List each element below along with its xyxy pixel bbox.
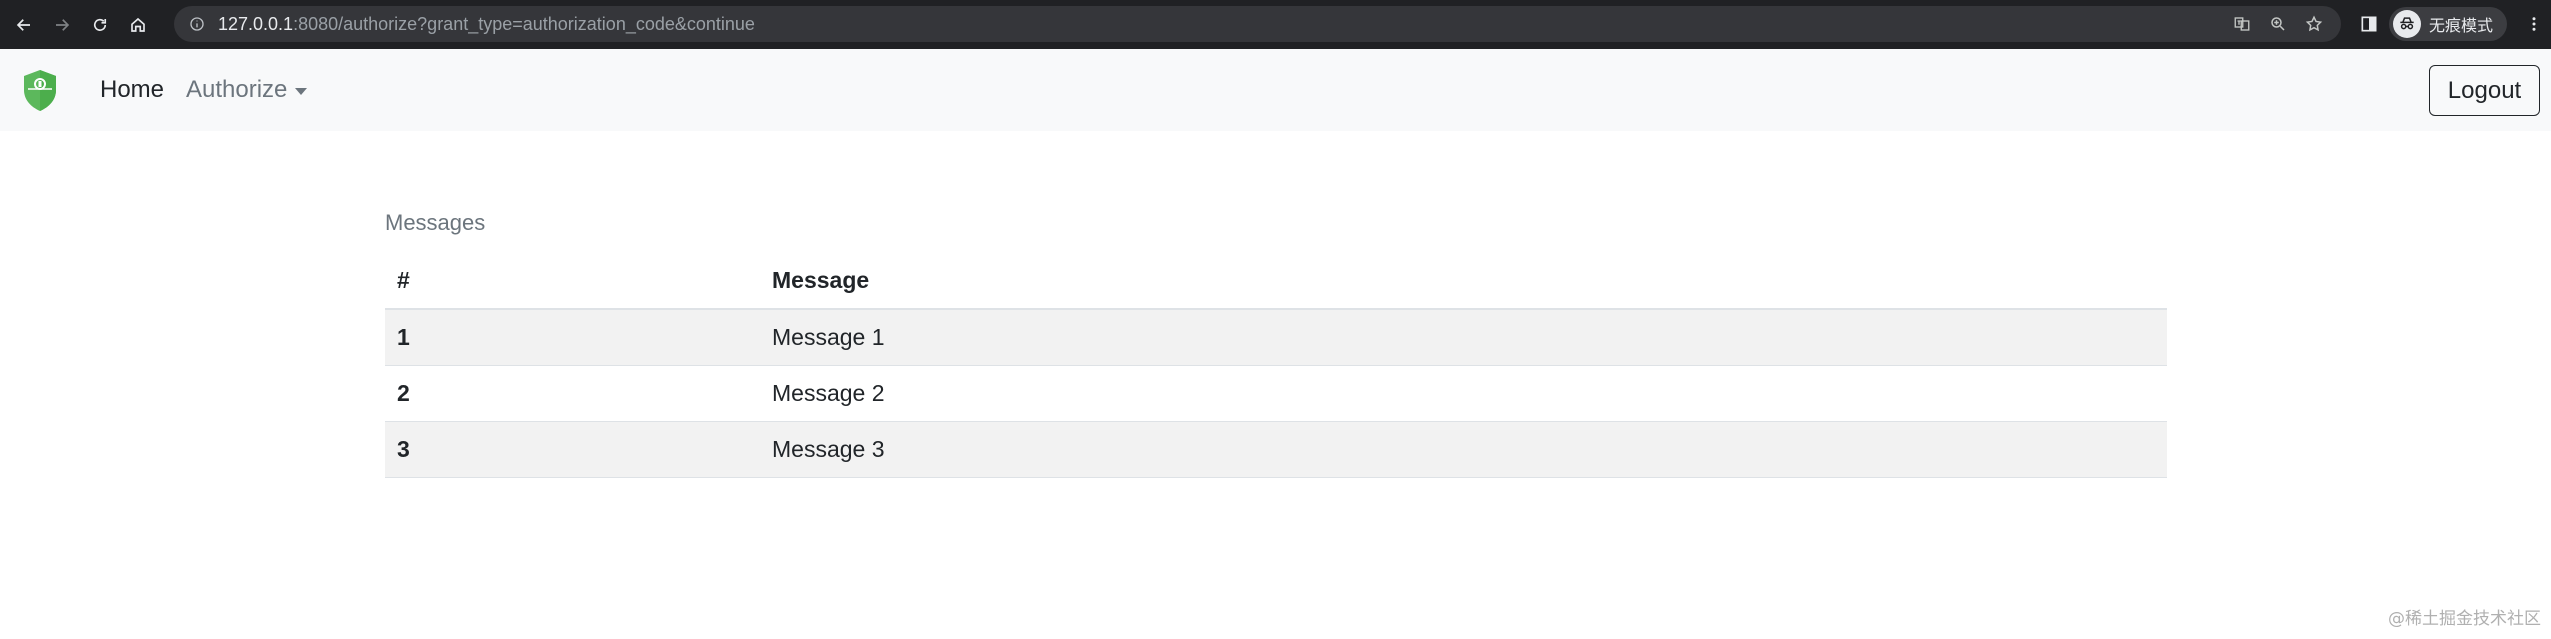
watermark: @稀土掘金技术社区 <box>2388 609 2541 629</box>
row-id: 3 <box>385 421 760 478</box>
url-host: 127.0.0.1 <box>218 13 294 34</box>
messages-section: Messages # Message 1 Message 1 2 Message… <box>385 205 2167 478</box>
nav-authorize-dropdown[interactable]: Authorize <box>186 76 308 104</box>
row-message: Message 2 <box>760 365 2167 422</box>
table-header-row: # Message <box>385 253 2167 310</box>
row-message: Message 1 <box>760 309 2167 366</box>
row-id: 2 <box>385 365 760 422</box>
home-icon[interactable] <box>124 11 152 39</box>
table-row: 1 Message 1 <box>385 309 2167 366</box>
header-id: # <box>385 253 760 310</box>
reload-icon[interactable] <box>86 11 114 39</box>
shield-icon[interactable] <box>22 68 58 112</box>
row-id: 1 <box>385 309 760 366</box>
incognito-profile-button[interactable]: 无痕模式 <box>2389 7 2508 41</box>
address-bar[interactable]: 127.0.0.1:8080/authorize?grant_type=auth… <box>174 6 2341 42</box>
translate-icon[interactable] <box>2231 13 2253 35</box>
zoom-icon[interactable] <box>2267 13 2289 35</box>
forward-icon[interactable] <box>48 11 76 39</box>
omnibox-actions <box>2231 6 2325 42</box>
table-row: 3 Message 3 <box>385 421 2167 478</box>
url-text[interactable]: 127.0.0.1:8080/authorize?grant_type=auth… <box>218 14 755 35</box>
side-panel-icon[interactable] <box>2357 12 2381 36</box>
back-icon[interactable] <box>10 11 38 39</box>
app-navbar: Home Authorize Logout <box>0 49 2551 131</box>
incognito-icon <box>2393 10 2421 38</box>
bookmark-star-icon[interactable] <box>2303 13 2325 35</box>
header-message: Message <box>760 253 2167 310</box>
browser-toolbar: 127.0.0.1:8080/authorize?grant_type=auth… <box>0 0 2551 49</box>
url-path: :8080/authorize?grant_type=authorization… <box>293 13 755 34</box>
nav-authorize-label: Authorize <box>186 76 288 103</box>
caret-down-icon <box>295 87 308 95</box>
messages-table: # Message 1 Message 1 2 Message 2 3 Mess… <box>385 253 2167 478</box>
profile-label: 无痕模式 <box>2429 18 2494 35</box>
more-menu-icon[interactable] <box>2524 12 2544 36</box>
row-message: Message 3 <box>760 421 2167 478</box>
messages-caption: Messages <box>385 210 486 235</box>
site-info-icon[interactable] <box>188 15 206 33</box>
logout-button[interactable]: Logout <box>2429 65 2540 116</box>
table-row: 2 Message 2 <box>385 365 2167 422</box>
nav-home-link[interactable]: Home <box>100 76 164 104</box>
